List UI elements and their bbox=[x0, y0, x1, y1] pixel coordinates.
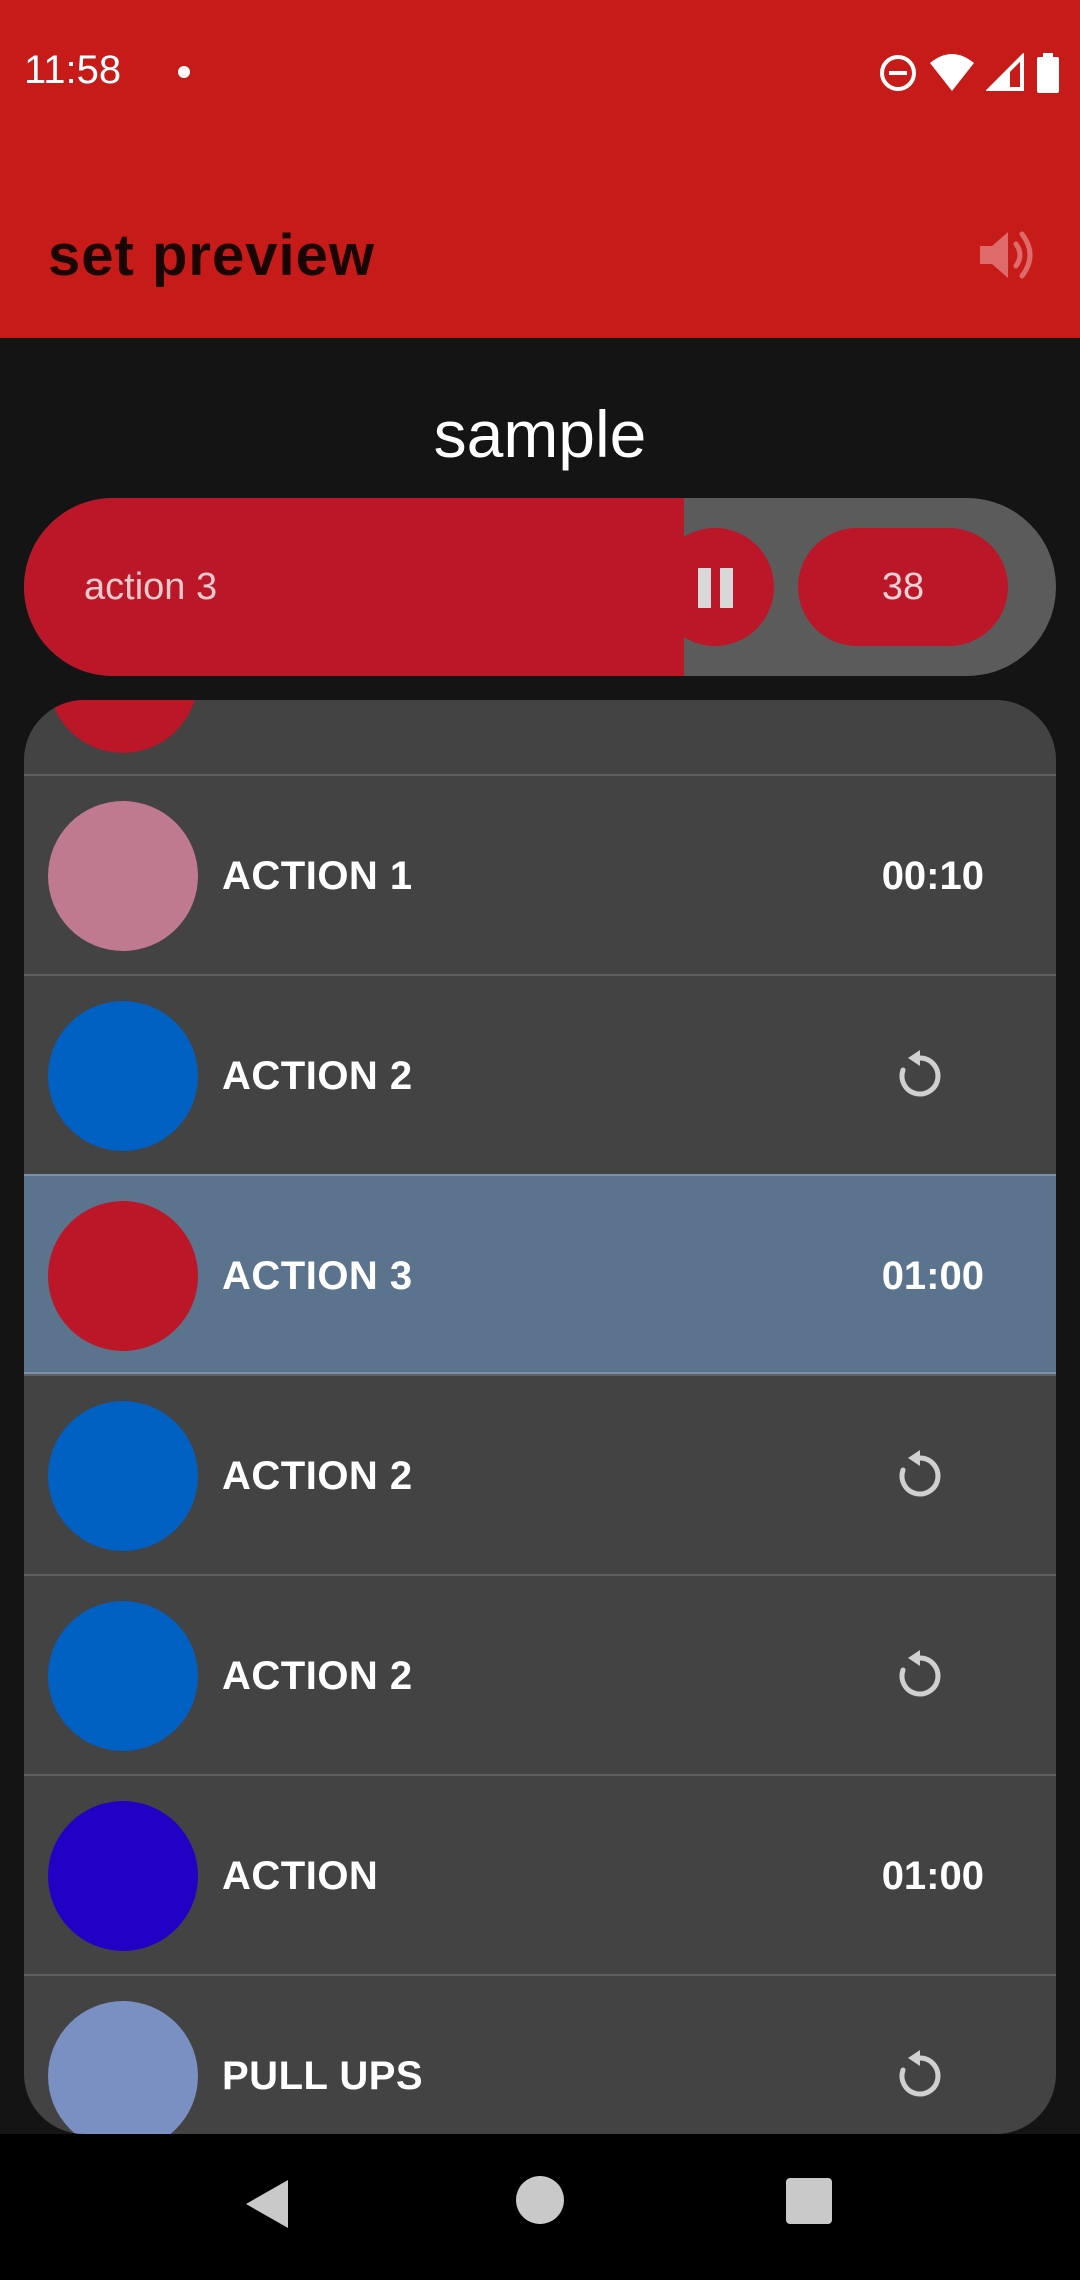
action-color-dot bbox=[48, 1201, 198, 1351]
action-name: PULL UPS bbox=[222, 2054, 424, 2098]
action-name: ACTION bbox=[222, 1854, 379, 1898]
action-color-dot bbox=[48, 700, 198, 753]
action-list: ACTION 1 00:10 ACTION 2 ACTION 3 01:00 ACTION… bbox=[24, 700, 1056, 2134]
status-time: 11:58 bbox=[24, 48, 122, 92]
volume-icon[interactable] bbox=[976, 222, 1042, 288]
list-item[interactable]: ACTION 3 01:00 bbox=[24, 1174, 1056, 1374]
do-not-disturb-icon bbox=[880, 55, 916, 91]
action-duration: 01:00 bbox=[881, 1254, 984, 1298]
action-color-dot bbox=[48, 2001, 198, 2134]
list-item[interactable]: ACTION 01:00 bbox=[24, 1774, 1056, 1974]
navigation-bar bbox=[0, 2134, 1080, 2280]
player-bar: action 3 38 bbox=[24, 498, 1056, 676]
app-bar: 11:58 set preview bbox=[0, 0, 1080, 338]
pause-button[interactable] bbox=[656, 528, 774, 646]
action-color-dot bbox=[48, 801, 198, 951]
action-duration: 00:10 bbox=[881, 854, 984, 898]
status-icons bbox=[878, 48, 1060, 98]
counter-button[interactable]: 38 bbox=[798, 528, 1008, 646]
pause-icon bbox=[698, 568, 733, 608]
action-name: ACTION 2 bbox=[222, 1654, 413, 1698]
action-name: ACTION 1 bbox=[222, 854, 413, 898]
action-name: ACTION 2 bbox=[222, 1054, 413, 1098]
list-item[interactable]: ACTION 2 bbox=[24, 974, 1056, 1174]
repeat-icon bbox=[899, 2050, 941, 2097]
repeat-icon bbox=[899, 1050, 941, 1097]
list-item[interactable]: PULL UPS bbox=[24, 1974, 1056, 2134]
notification-dot-icon bbox=[178, 66, 190, 78]
action-color-dot bbox=[48, 1801, 198, 1951]
repeat-icon bbox=[899, 1450, 941, 1497]
list-item[interactable]: ACTION 2 bbox=[24, 1574, 1056, 1774]
action-duration: 01:00 bbox=[881, 1854, 984, 1898]
repeat-icon bbox=[899, 1650, 941, 1697]
list-item[interactable]: ACTION 2 bbox=[24, 1374, 1056, 1574]
wifi-icon bbox=[930, 54, 974, 91]
cellular-signal-icon bbox=[986, 53, 1024, 91]
list-item[interactable]: ACTION 1 00:10 bbox=[24, 774, 1056, 974]
back-icon[interactable] bbox=[240, 2176, 292, 2232]
home-icon[interactable] bbox=[516, 2176, 564, 2224]
list-item[interactable] bbox=[24, 700, 1056, 776]
action-color-dot bbox=[48, 1401, 198, 1551]
recents-icon[interactable] bbox=[786, 2178, 832, 2224]
set-name: sample bbox=[433, 397, 647, 471]
action-name: ACTION 3 bbox=[222, 1254, 413, 1298]
battery-icon bbox=[1037, 53, 1059, 93]
action-color-dot bbox=[48, 1601, 198, 1751]
action-color-dot bbox=[48, 1001, 198, 1151]
current-action-label: action 3 bbox=[84, 566, 218, 608]
action-name: ACTION 2 bbox=[222, 1454, 413, 1498]
page-title: set preview bbox=[48, 223, 375, 288]
